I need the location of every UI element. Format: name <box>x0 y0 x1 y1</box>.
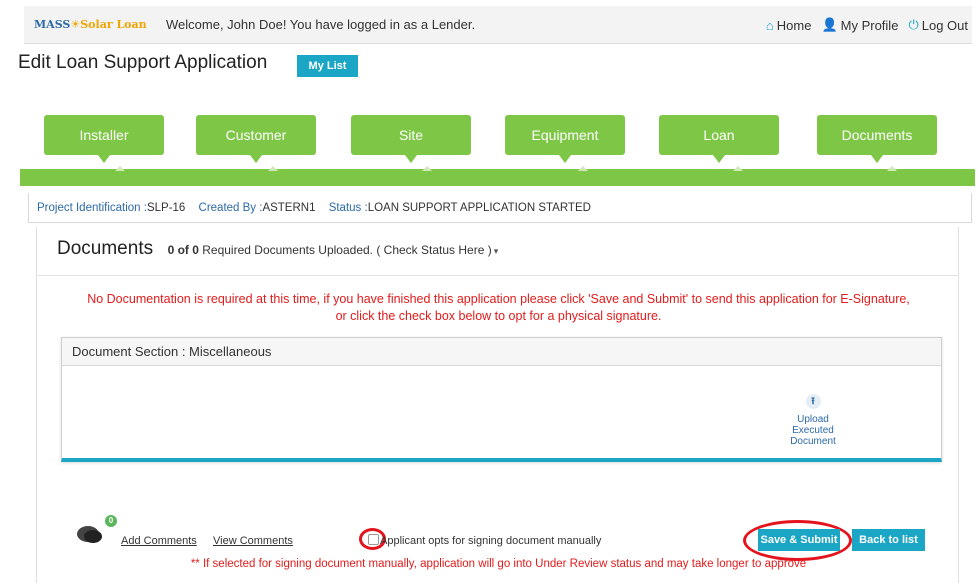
documents-panel: Documents 0 of 0 Required Documents Uplo… <box>36 227 959 583</box>
back-to-list-button[interactable]: Back to list <box>852 529 925 551</box>
status-value: LOAN SUPPORT APPLICATION STARTED <box>367 202 591 214</box>
top-nav: ⌂ Home 👤 My Profile ⏻ Log Out <box>766 17 968 33</box>
document-section-title: Document Section : Miscellaneous <box>62 338 941 366</box>
comments-icon[interactable] <box>77 524 102 544</box>
step-installer[interactable]: Installer <box>44 115 164 163</box>
project-id-label: Project Identification : <box>37 202 147 214</box>
nav-my-profile-link[interactable]: 👤 My Profile <box>821 17 898 33</box>
manual-signing-checkbox[interactable] <box>368 534 379 545</box>
chevron-down-icon: ▾ <box>493 246 499 256</box>
step-marker <box>578 166 588 171</box>
created-by-value: ASTERN1 <box>262 202 316 214</box>
step-marker <box>733 166 743 171</box>
save-submit-button[interactable]: Save & Submit <box>758 529 840 551</box>
steps-progress-line <box>20 169 975 186</box>
step-marker <box>115 166 125 171</box>
step-marker <box>887 166 897 171</box>
step-customer[interactable]: Customer <box>196 115 316 163</box>
welcome-message: Welcome, John Doe! You have logged in as… <box>166 17 476 32</box>
home-icon: ⌂ <box>765 17 774 33</box>
document-section-miscellaneous: Document Section : Miscellaneous ⭱ Uploa… <box>61 337 942 462</box>
manual-signing-warning: ** If selected for signing document manu… <box>190 558 807 570</box>
upload-icon: ⭱ <box>805 394 821 409</box>
power-icon: ⏻ <box>908 17 919 32</box>
page-title: Edit Loan Support Application <box>18 52 268 73</box>
divider <box>37 275 958 276</box>
step-equipment[interactable]: Equipment <box>505 115 625 163</box>
step-marker <box>268 166 278 171</box>
top-bar: MASS☀Solar Loan Welcome, John Doe! You h… <box>24 6 972 44</box>
step-marker <box>422 166 432 171</box>
documents-title: Documents <box>57 238 154 259</box>
view-comments-link[interactable]: View Comments <box>213 535 293 547</box>
my-list-button[interactable]: My List <box>297 55 358 77</box>
documents-status-dropdown[interactable]: 0 of 0 Required Documents Uploaded. ( Ch… <box>168 243 499 257</box>
upload-executed-document-button[interactable]: ⭱ Upload Executed Document <box>778 394 848 447</box>
created-by-label: Created By : <box>198 202 263 214</box>
status-label: Status : <box>328 202 368 214</box>
documents-header: Documents 0 of 0 Required Documents Uplo… <box>57 238 498 260</box>
nav-home-link[interactable]: ⌂ Home <box>766 17 812 33</box>
upload-label: Upload Executed Document <box>790 414 836 447</box>
project-info-bar: Project Identification :SLP-16 Created B… <box>28 193 972 223</box>
sun-icon: ☀ <box>70 18 81 31</box>
user-icon: 👤 <box>821 17 838 32</box>
nav-logout-link[interactable]: ⏻ Log Out <box>908 17 968 33</box>
add-comments-link[interactable]: Add Comments <box>121 535 197 547</box>
logo[interactable]: MASS☀Solar Loan <box>34 18 147 31</box>
manual-signing-label: Applicant opts for signing document manu… <box>380 535 602 547</box>
project-id-value: SLP-16 <box>146 202 186 214</box>
step-documents[interactable]: Documents <box>817 115 937 163</box>
comment-count-badge: 0 <box>105 515 117 527</box>
step-loan[interactable]: Loan <box>659 115 779 163</box>
no-documentation-notice: No Documentation is required at this tim… <box>87 292 910 323</box>
step-site[interactable]: Site <box>351 115 471 163</box>
